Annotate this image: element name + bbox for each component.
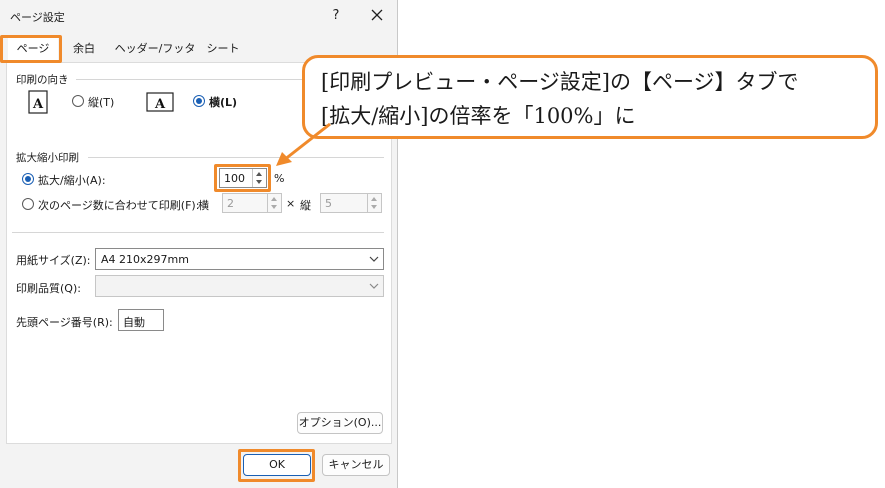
tab-sheet[interactable]: シート	[200, 38, 246, 62]
scaling-section-label: 拡大縮小印刷	[16, 152, 79, 164]
chevron-down-icon	[368, 253, 380, 265]
print-quality-label: 印刷品質(Q):	[16, 282, 81, 295]
close-icon[interactable]	[366, 4, 388, 26]
orientation-section-label: 印刷の向き	[16, 74, 69, 86]
title-bar: ページ設定 ?	[0, 0, 398, 32]
callout-arrow-icon	[276, 122, 331, 166]
landscape-icon: A	[146, 91, 174, 113]
svg-text:A: A	[154, 97, 166, 112]
callout-line-1: [印刷プレビュー・ページ設定]の【ページ】タブで	[321, 70, 799, 94]
portrait-icon: A	[26, 90, 50, 114]
cancel-button[interactable]: キャンセル	[322, 454, 390, 476]
tab-highlight	[0, 35, 62, 63]
fit-wide-value: 2	[227, 197, 234, 210]
first-page-label: 先頭ページ番号(R):	[16, 316, 113, 329]
fit-tall-value: 5	[325, 197, 332, 210]
ok-highlight	[238, 449, 315, 482]
fit-tall-spinner[interactable]: 5	[320, 193, 382, 213]
first-page-input[interactable]: 自動	[118, 309, 164, 331]
scale-highlight	[214, 164, 271, 192]
fit-wide-arrows[interactable]	[267, 194, 281, 212]
landscape-radio[interactable]	[193, 95, 205, 107]
landscape-label: 横(L)	[209, 96, 238, 109]
chevron-down-icon	[368, 280, 380, 292]
callout-line-2: [拡大/縮小]の倍率を「100%」に	[321, 104, 636, 128]
svg-text:A: A	[32, 97, 44, 112]
fit-wide-label: 横	[198, 199, 209, 212]
fit-tall-arrows[interactable]	[367, 194, 381, 212]
scale-radio[interactable]	[22, 173, 34, 185]
paper-size-value: A4 210x297mm	[101, 253, 189, 266]
scale-label: 拡大/縮小(A):	[38, 174, 106, 187]
tab-header-footer[interactable]: ヘッダー/フッター	[110, 38, 200, 77]
paper-divider	[12, 232, 384, 233]
percent-sign: %	[274, 172, 285, 185]
tab-margins[interactable]: 余白	[62, 38, 106, 62]
portrait-radio[interactable]	[72, 95, 84, 107]
paper-size-label: 用紙サイズ(Z):	[16, 254, 91, 267]
fit-tall-label: 縦	[300, 199, 311, 212]
instruction-callout: [印刷プレビュー・ページ設定]の【ページ】タブで [拡大/縮小]の倍率を「100…	[302, 55, 878, 139]
first-page-value: 自動	[123, 316, 145, 329]
print-quality-select[interactable]	[95, 275, 384, 297]
fit-radio[interactable]	[22, 198, 34, 210]
fit-label: 次のページ数に合わせて印刷(F):	[38, 199, 200, 212]
times-sign: ×	[286, 197, 296, 210]
paper-size-select[interactable]: A4 210x297mm	[95, 248, 384, 270]
fit-wide-spinner[interactable]: 2	[222, 193, 282, 213]
options-button[interactable]: オプション(O)...	[297, 412, 383, 434]
dialog-title: ページ設定	[10, 11, 65, 24]
help-button[interactable]: ?	[326, 5, 346, 27]
portrait-label: 縦(T)	[88, 96, 115, 109]
